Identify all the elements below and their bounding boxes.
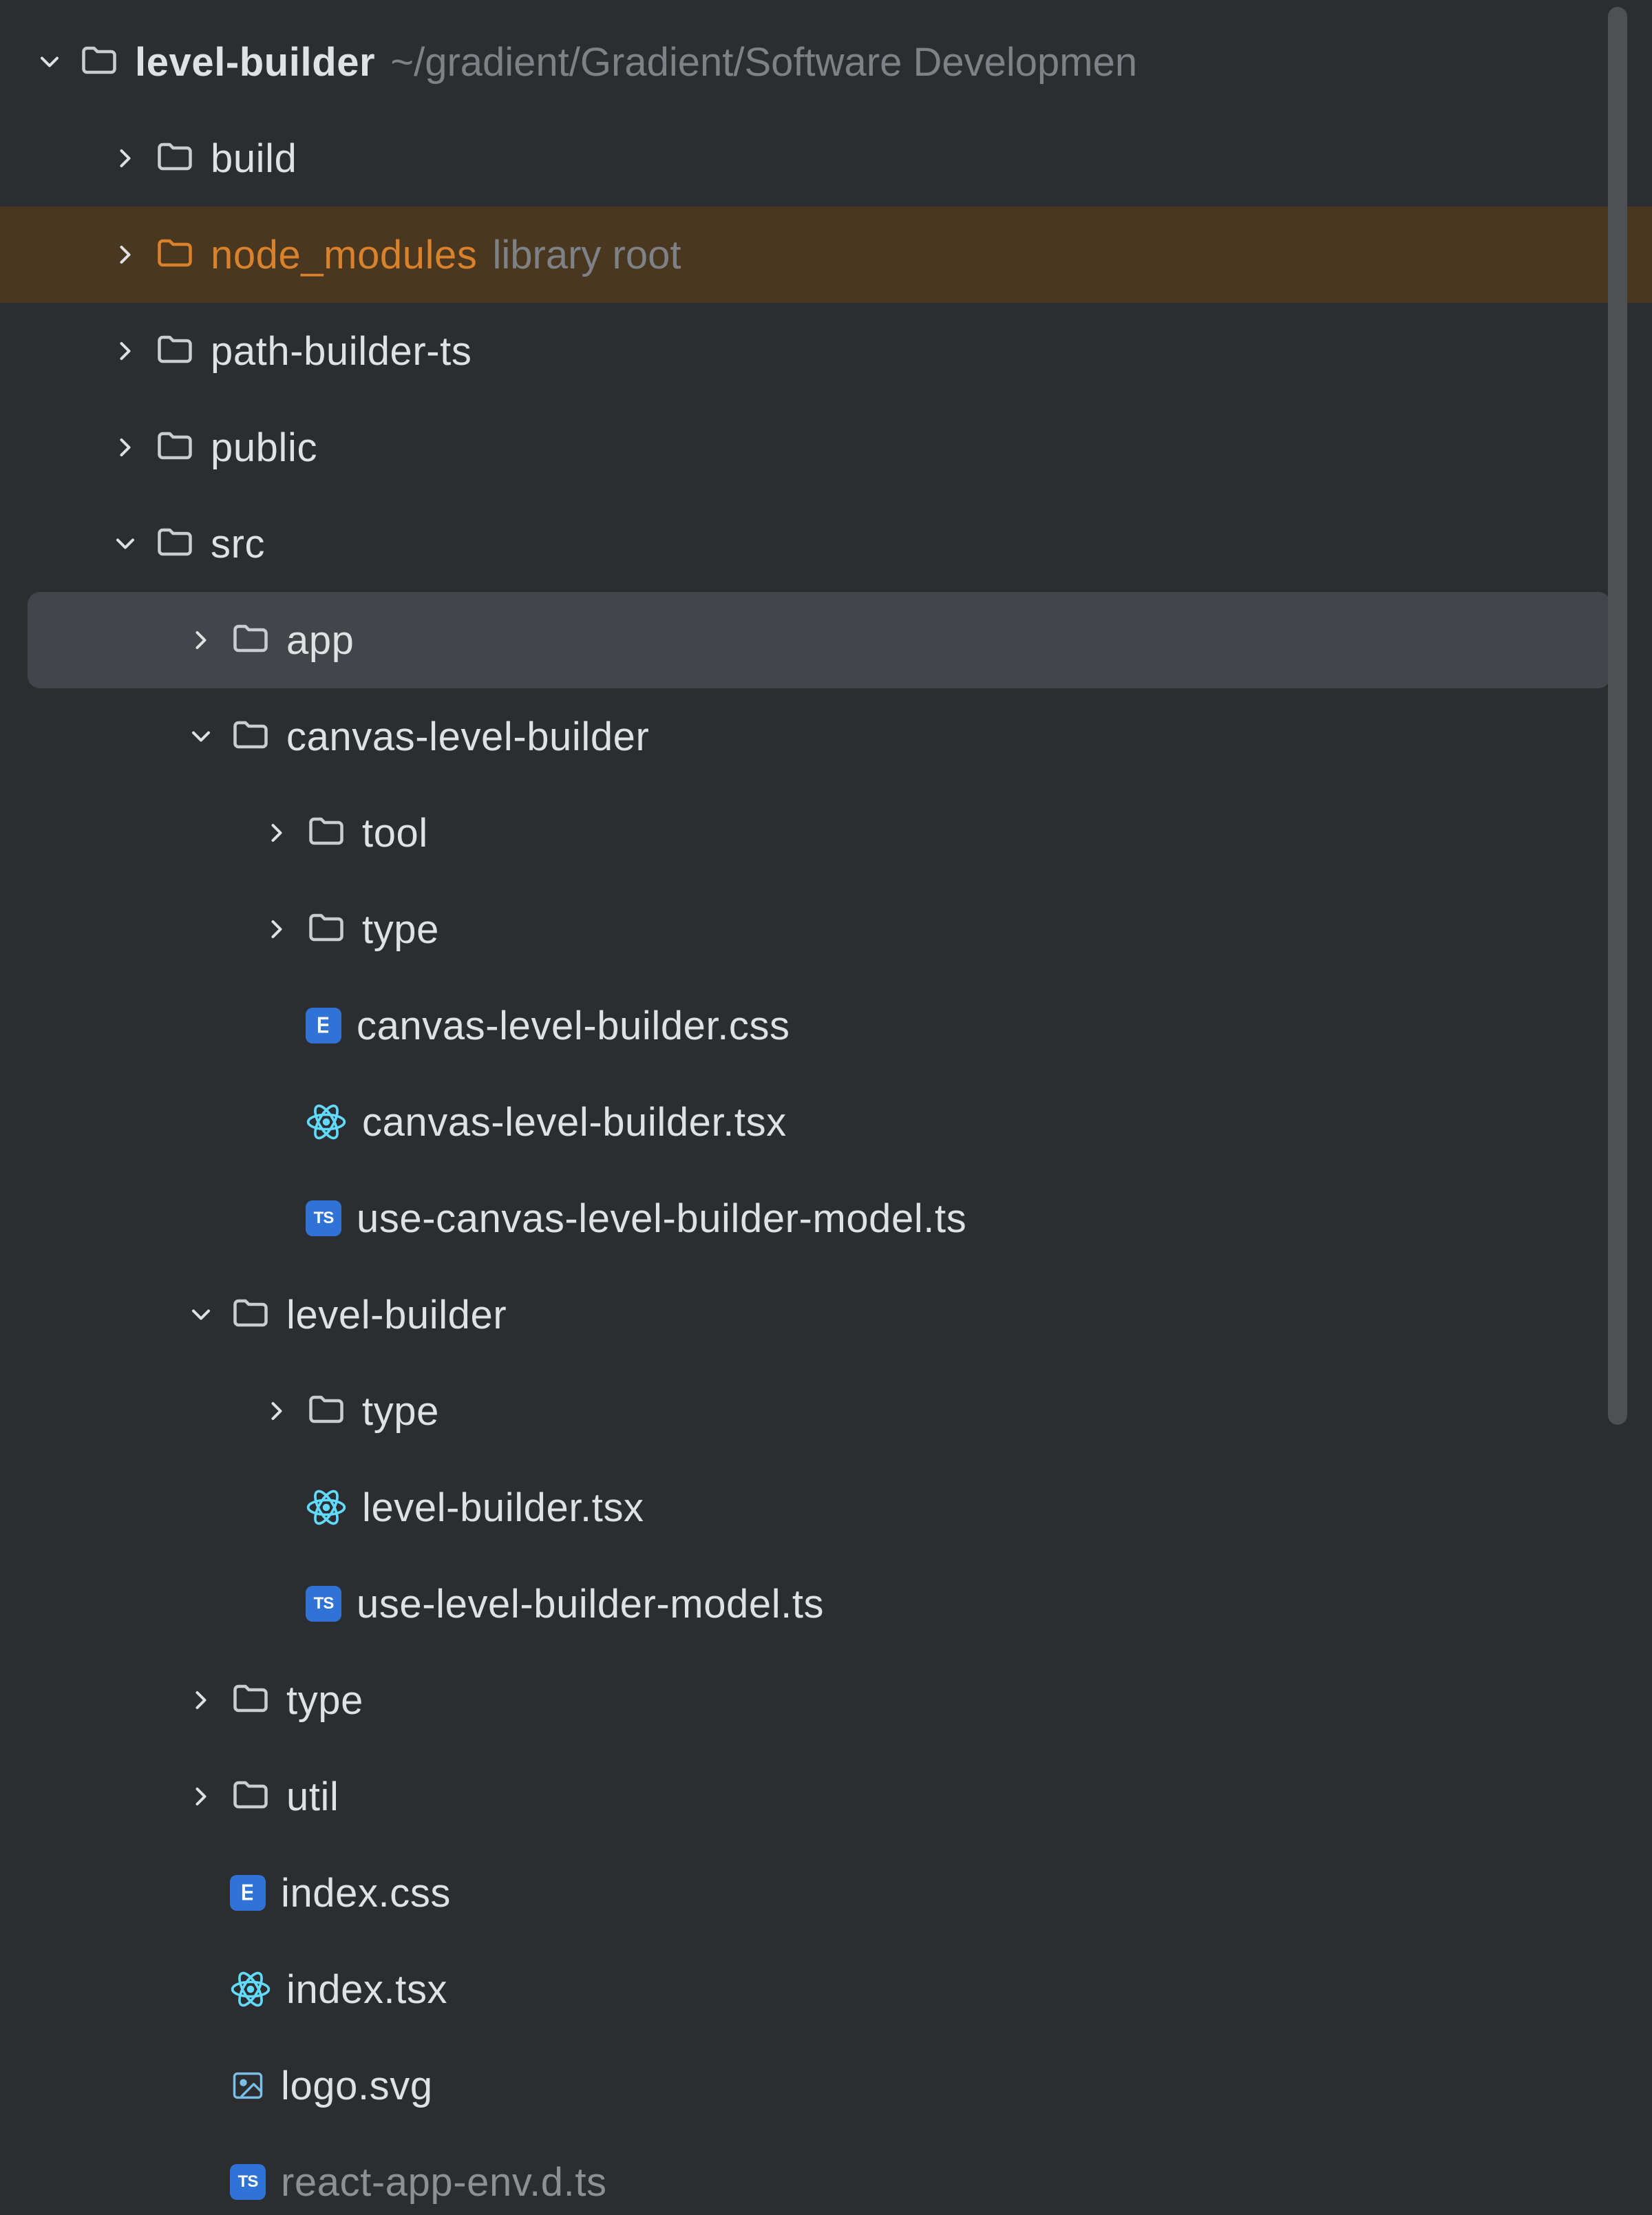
chevron-placeholder	[262, 1203, 292, 1233]
chevron-placeholder	[262, 1589, 292, 1619]
chevron-right-icon[interactable]	[186, 625, 216, 655]
folder-icon	[306, 812, 347, 854]
css-file-icon: ∃	[306, 1008, 341, 1043]
tree-row[interactable]: ∃ index.css	[0, 1845, 1652, 1941]
tree-row[interactable]: index.tsx	[0, 1941, 1652, 2037]
tree-row[interactable]: app	[28, 592, 1611, 688]
tree-item-label: canvas-level-builder	[286, 714, 649, 760]
tree-row[interactable]: path-builder-ts	[0, 303, 1652, 399]
tree-row[interactable]: level-builder	[0, 1267, 1652, 1363]
tree-item-label: node_modules	[211, 232, 477, 278]
tree-row[interactable]: TS use-canvas-level-builder-model.ts	[0, 1170, 1652, 1267]
folder-icon	[230, 1679, 271, 1721]
chevron-placeholder	[186, 1878, 216, 1908]
image-file-icon	[230, 2068, 266, 2103]
folder-icon	[306, 1390, 347, 1432]
tree-item-label: use-level-builder-model.ts	[357, 1581, 824, 1627]
tree-row[interactable]: canvas-level-builder	[0, 688, 1652, 785]
tree-item-label: canvas-level-builder.tsx	[362, 1099, 787, 1145]
tree-row[interactable]: node_modules library root	[0, 206, 1652, 303]
chevron-right-icon[interactable]	[110, 240, 140, 270]
tree-item-label: react-app-env.d.ts	[281, 2159, 607, 2205]
chevron-down-icon[interactable]	[110, 529, 140, 559]
tree-item-label: tool	[362, 810, 428, 856]
tree-row[interactable]: TS use-level-builder-model.ts	[0, 1556, 1652, 1652]
chevron-right-icon[interactable]	[262, 818, 292, 848]
folder-icon	[230, 716, 271, 757]
tree-item-label: level-builder	[286, 1292, 507, 1338]
tree-item-label: public	[211, 425, 317, 471]
tree-item-label: build	[211, 136, 297, 182]
chevron-placeholder	[186, 2070, 216, 2101]
tree-row[interactable]: src	[0, 496, 1652, 592]
tree-row[interactable]: type	[0, 1652, 1652, 1748]
tree-row[interactable]: tool	[0, 785, 1652, 881]
tree-item-label: type	[286, 1677, 363, 1724]
tree-row[interactable]: TS react-app-env.d.ts	[0, 2134, 1652, 2215]
ts-file-icon: TS	[306, 1200, 341, 1236]
tree-row[interactable]: ∃ canvas-level-builder.css	[0, 977, 1652, 1074]
tree-item-label: canvas-level-builder.css	[357, 1003, 790, 1049]
ts-file-icon: TS	[306, 1586, 341, 1622]
chevron-placeholder	[186, 2167, 216, 2197]
ts-file-icon: TS	[230, 2164, 266, 2200]
tree-row[interactable]: canvas-level-builder.tsx	[0, 1074, 1652, 1170]
chevron-placeholder	[186, 1974, 216, 2004]
tree-row[interactable]: logo.svg	[0, 2037, 1652, 2134]
tree-item-label: path-builder-ts	[211, 328, 472, 374]
tree-item-label: index.css	[281, 1870, 451, 1916]
project-tree: level-builder ~/gradient/Gradient/Softwa…	[0, 0, 1652, 2215]
tree-item-label: src	[211, 521, 265, 567]
tree-root-label: level-builder	[135, 39, 375, 85]
tree-item-label: type	[362, 907, 439, 953]
folder-icon	[230, 619, 271, 661]
tree-row[interactable]: level-builder.tsx	[0, 1459, 1652, 1556]
chevron-right-icon[interactable]	[186, 1685, 216, 1715]
react-file-icon	[306, 1487, 347, 1528]
chevron-right-icon[interactable]	[262, 1396, 292, 1426]
folder-icon	[78, 41, 120, 83]
react-file-icon	[306, 1101, 347, 1143]
tree-row[interactable]: util	[0, 1748, 1652, 1845]
folder-icon	[306, 909, 347, 950]
tree-item-label: logo.svg	[281, 2063, 433, 2109]
chevron-down-icon[interactable]	[34, 47, 65, 77]
chevron-down-icon[interactable]	[186, 1300, 216, 1330]
folder-icon	[154, 138, 195, 179]
tree-row[interactable]: type	[0, 881, 1652, 977]
chevron-right-icon[interactable]	[186, 1781, 216, 1812]
chevron-placeholder	[262, 1010, 292, 1041]
chevron-placeholder	[262, 1492, 292, 1523]
folder-icon	[154, 234, 195, 275]
tree-item-label: util	[286, 1774, 339, 1820]
chevron-right-icon[interactable]	[110, 432, 140, 463]
tree-item-label: app	[286, 617, 354, 664]
scrollbar-thumb[interactable]	[1608, 7, 1627, 1425]
folder-icon	[230, 1294, 271, 1335]
react-file-icon	[230, 1969, 271, 2010]
chevron-down-icon[interactable]	[186, 721, 216, 752]
folder-icon	[154, 523, 195, 564]
tree-item-label: index.tsx	[286, 1967, 447, 2013]
folder-icon	[154, 427, 195, 468]
css-file-icon: ∃	[230, 1875, 266, 1911]
folder-icon	[154, 330, 195, 372]
tree-root-row[interactable]: level-builder ~/gradient/Gradient/Softwa…	[0, 14, 1652, 110]
chevron-placeholder	[262, 1107, 292, 1137]
tree-row[interactable]: type	[0, 1363, 1652, 1459]
tree-row[interactable]: public	[0, 399, 1652, 496]
tree-root-path: ~/gradient/Gradient/Software Developmen	[390, 39, 1137, 85]
tree-item-label: type	[362, 1388, 439, 1434]
chevron-right-icon[interactable]	[110, 143, 140, 173]
tree-item-label: use-canvas-level-builder-model.ts	[357, 1196, 966, 1242]
folder-icon	[230, 1776, 271, 1817]
tree-row[interactable]: build	[0, 110, 1652, 206]
tree-item-label: level-builder.tsx	[362, 1485, 644, 1531]
chevron-right-icon[interactable]	[110, 336, 140, 366]
tree-item-suffix: library root	[492, 232, 681, 278]
chevron-right-icon[interactable]	[262, 914, 292, 944]
